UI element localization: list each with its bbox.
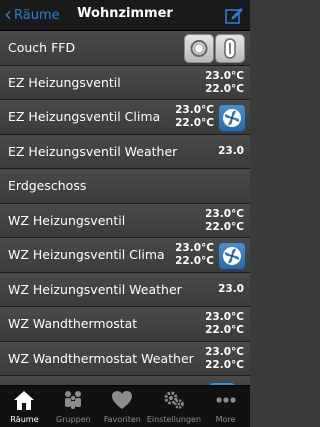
row-label: WZ Heizungsventil Clima	[8, 247, 165, 262]
home-icon	[0, 389, 49, 413]
temperature-values: 23.0°C 22.0°C	[175, 104, 214, 130]
heart-icon	[98, 389, 147, 413]
temperature-value: 23.0	[218, 282, 244, 295]
list-item[interactable]: WZ Heizungsventil 23.0°C 22.0°C	[0, 203, 250, 238]
tab-label: More	[215, 415, 236, 424]
navigation-bar: ‹ Räume Wohnzimmer	[0, 0, 250, 31]
tab-raeume[interactable]: Räume	[0, 386, 49, 427]
actual-temperature: 23.0°C	[205, 311, 244, 323]
edit-icon[interactable]	[224, 5, 244, 25]
tab-label: Einstellungen	[146, 415, 202, 424]
row-label: EZ Heizungsventil Weather	[8, 143, 178, 159]
list-item[interactable]: WZ Wandthermostat 23.0°C 22.0°C	[0, 307, 250, 342]
circle-button-icon[interactable]	[184, 34, 214, 63]
temperature-values: 23.0°C 22.0°C	[175, 242, 214, 268]
set-temperature: 22.0°C	[205, 324, 244, 336]
set-temperature: 22.0°C	[205, 82, 244, 95]
temperature-values: 23.0°C 22.0°C	[205, 70, 244, 96]
set-temperature: 22.0°C	[175, 255, 214, 267]
tab-label: Räume	[10, 415, 39, 424]
list-item[interactable]: EZ Heizungsventil Clima 23.0°C 22.0°C	[0, 100, 250, 135]
temperature-values: 23.0°C 22.0°C	[205, 208, 244, 234]
page-title: Wohnzimmer	[77, 6, 173, 21]
row-label: WZ Wandthermostat Weather	[8, 350, 194, 366]
actual-temperature: 23.0°C	[205, 345, 244, 358]
row-label: WZ Wandthermostat	[8, 316, 138, 331]
actual-temperature: 23.0°C	[175, 104, 214, 116]
tab-label: Favoriten	[103, 415, 141, 424]
row-label: Erdgeschoss	[8, 178, 87, 193]
gear-icon	[147, 389, 201, 413]
list-item[interactable]: WZ Heizungsventil Clima 23.0°C 22.0°C	[0, 238, 250, 273]
list-item[interactable]: EZ Heizungsventil Weather 23.0	[0, 134, 250, 169]
tab-bar: Räume Gruppen Favoriten Einstellungen Mo…	[0, 385, 250, 427]
fan-icon[interactable]	[218, 242, 246, 270]
actual-temperature: 23.0°C	[205, 69, 244, 82]
temperature-values: 23.0°C 22.0°C	[205, 311, 244, 337]
row-label: WZ Heizungsventil Weather	[8, 281, 182, 297]
temperature-values: 23.0°C 22.0°C	[205, 346, 244, 372]
list-item[interactable]: Couch FFD	[0, 31, 250, 66]
tab-einstellungen[interactable]: Einstellungen	[147, 386, 201, 427]
tab-gruppen[interactable]: Gruppen	[49, 386, 98, 427]
actual-temperature: 23.0°C	[205, 207, 244, 220]
list-item[interactable]: WZ Wandthermostat Weather 23.0°C 22.0°C	[0, 341, 250, 376]
list-item[interactable]: Erdgeschoss	[0, 169, 250, 204]
toggle-button-icon[interactable]	[215, 34, 245, 63]
device-list: Couch FFD EZ Heizungsventil 23.0°C 22.0°…	[0, 31, 250, 385]
tab-label: Gruppen	[56, 415, 91, 424]
fan-icon[interactable]	[218, 104, 246, 132]
actual-temperature: 23.0°C	[175, 242, 214, 254]
set-temperature: 22.0°C	[205, 358, 244, 371]
more-icon	[201, 389, 250, 413]
list-item[interactable]: EZ Heizungsventil 23.0°C 22.0°C	[0, 65, 250, 100]
set-temperature: 22.0°C	[205, 220, 244, 233]
tab-more[interactable]: More	[201, 386, 250, 427]
tab-favoriten[interactable]: Favoriten	[98, 386, 147, 427]
row-label: WZ Heizungsventil	[8, 212, 126, 228]
group-icon	[49, 389, 98, 413]
list-item[interactable]: WZ Heizungsventil Weather 23.0	[0, 272, 250, 307]
row-label: EZ Heizungsventil	[8, 74, 121, 90]
row-label: EZ Heizungsventil Clima	[8, 109, 161, 124]
list-item[interactable]	[0, 376, 250, 385]
row-label: Couch FFD	[8, 40, 76, 55]
set-temperature: 22.0°C	[175, 117, 214, 129]
temperature-value: 23.0	[218, 144, 244, 157]
